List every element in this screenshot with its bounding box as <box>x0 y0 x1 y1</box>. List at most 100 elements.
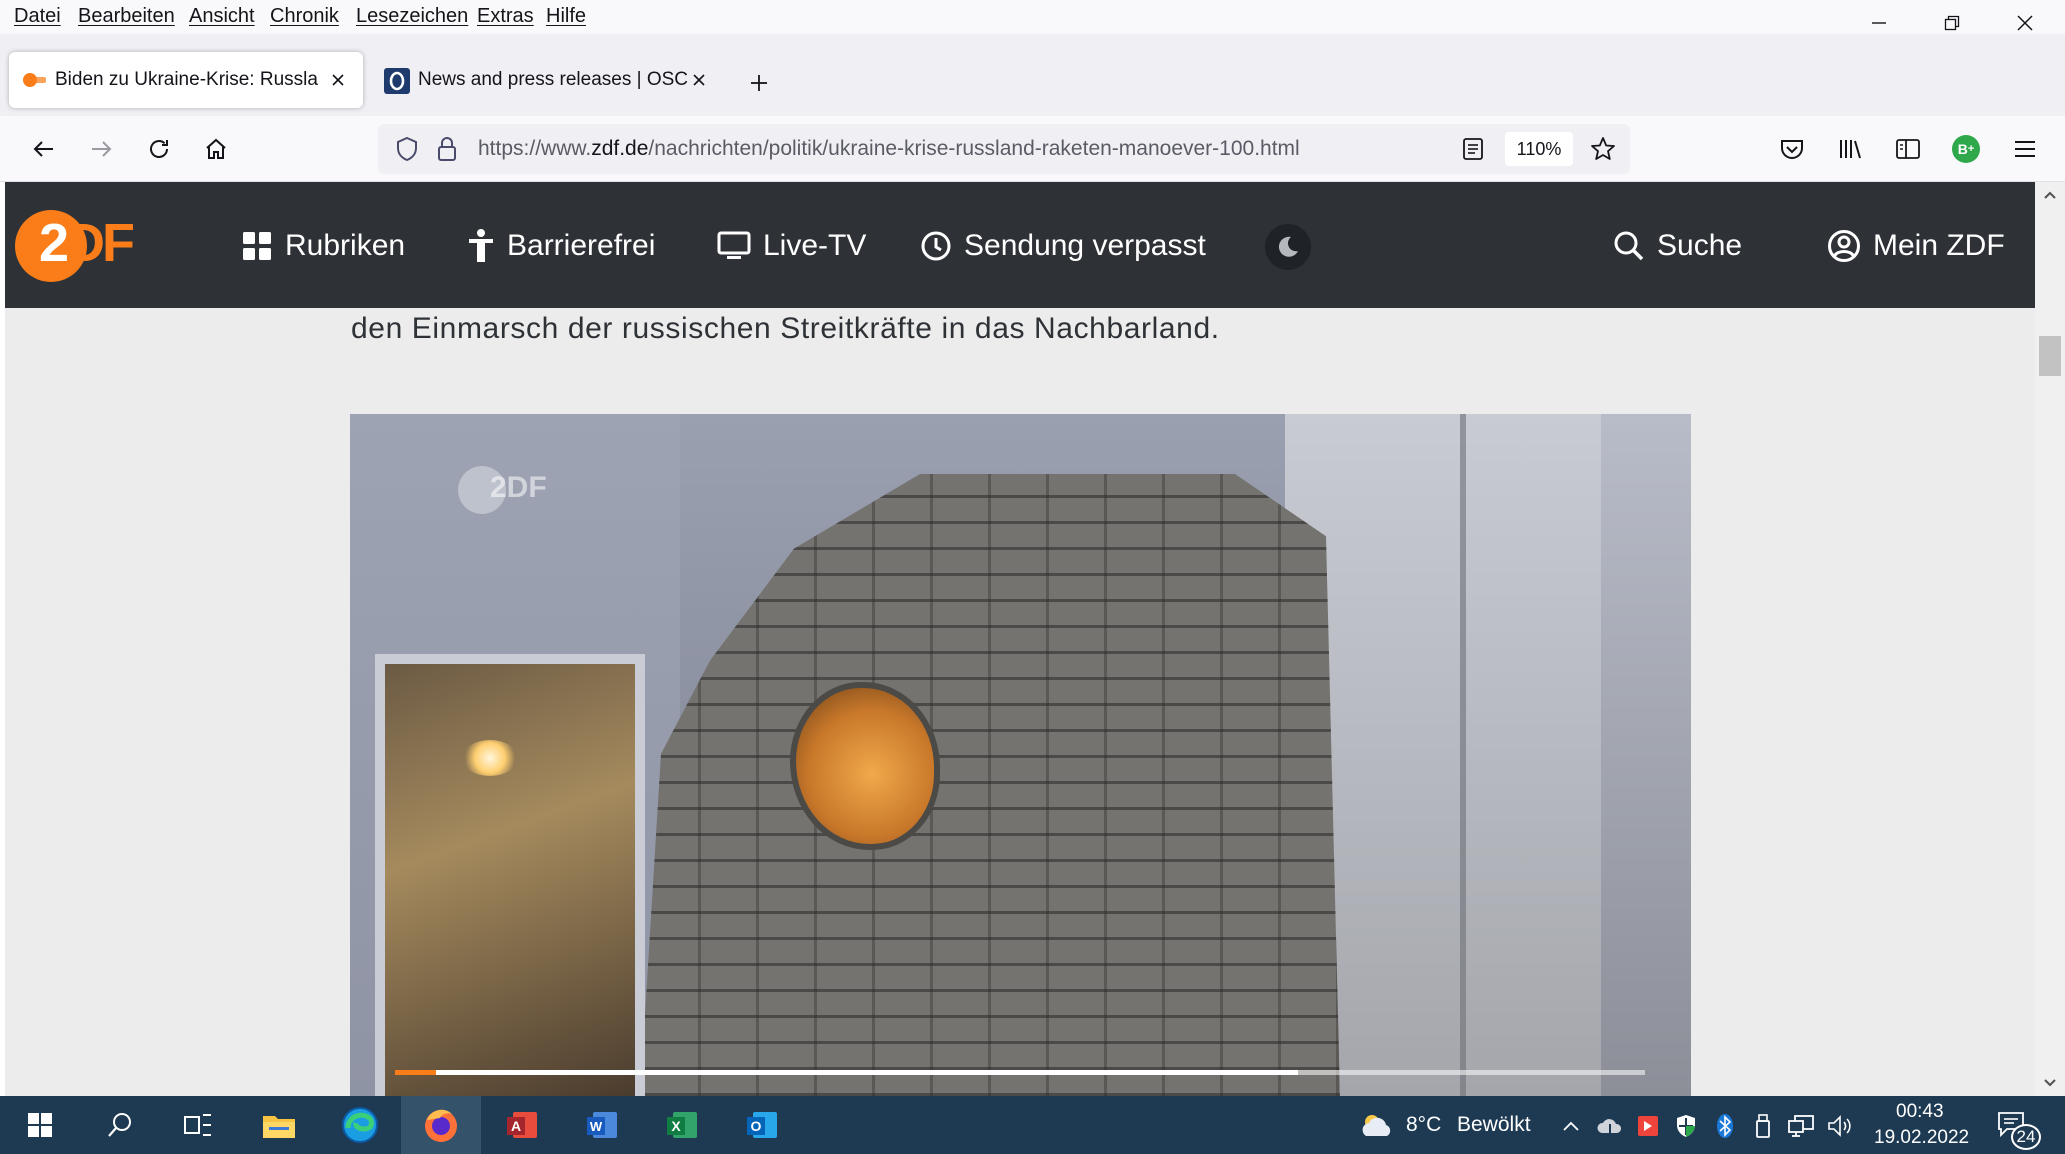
weather-icon[interactable] <box>1357 1112 1397 1140</box>
page-scrollbar[interactable] <box>2035 182 2065 1096</box>
forward-button[interactable] <box>79 127 123 171</box>
monitor-icon <box>717 231 751 259</box>
restore-icon <box>1944 15 1960 31</box>
dark-mode-toggle[interactable] <box>1265 224 1311 270</box>
file-explorer-button[interactable] <box>239 1096 319 1154</box>
menu-extras[interactable]: Extras <box>477 5 534 28</box>
onedrive-icon[interactable] <box>1596 1112 1624 1140</box>
url-bar[interactable]: https://www.zdf.de/nachrichten/politik/u… <box>378 124 1630 174</box>
zdf-logo-text-mark: 2 <box>39 213 69 273</box>
menu-hilfe[interactable]: Hilfe <box>546 5 586 28</box>
moon-icon <box>1278 236 1298 257</box>
video-frame-sky <box>1601 414 1691 1096</box>
home-icon <box>206 138 226 159</box>
nav-rubriken[interactable]: Rubriken <box>241 224 405 268</box>
library-button[interactable] <box>1828 127 1872 171</box>
access-app-icon: A <box>507 1112 537 1138</box>
folder-icon <box>263 1116 295 1138</box>
nav-barrierefrei[interactable]: Barrierefrei <box>467 224 655 268</box>
tab-close-button[interactable] <box>327 69 349 91</box>
chevron-down-icon <box>2044 1079 2056 1087</box>
edge-button[interactable] <box>320 1096 400 1154</box>
access-button[interactable]: A <box>482 1096 562 1154</box>
menu-ansicht[interactable]: Ansicht <box>189 5 255 28</box>
taskbar-search-button[interactable] <box>80 1096 160 1154</box>
video-watermark: 2DF <box>490 471 547 504</box>
close-icon <box>2017 15 2033 31</box>
home-button[interactable] <box>194 127 238 171</box>
bookmark-star-icon[interactable] <box>1590 136 1616 167</box>
outlook-app-icon: O <box>747 1112 777 1138</box>
sidebar-button[interactable] <box>1886 127 1930 171</box>
menu-lesezeichen[interactable]: Lesezeichen <box>356 5 468 28</box>
search-icon <box>108 1113 131 1137</box>
video-player[interactable]: 2DF <box>350 414 1691 1096</box>
tab-strip: Biden zu Ukraine-Krise: Russland News an… <box>0 34 2065 116</box>
hamburger-menu-icon <box>2015 141 2035 157</box>
url-host: zdf.de <box>591 137 649 160</box>
video-progress-fill <box>395 1070 437 1075</box>
pocket-button[interactable] <box>1770 127 1814 171</box>
reader-view-icon[interactable] <box>1462 137 1484 166</box>
reload-button[interactable] <box>137 127 181 171</box>
lock-icon[interactable] <box>436 136 458 167</box>
url-path: /nachrichten/politik/ukraine-krise-russl… <box>648 137 1300 160</box>
search-button[interactable]: Suche <box>1613 224 1742 268</box>
start-button[interactable] <box>0 1096 80 1154</box>
security-shield-icon[interactable] <box>1672 1112 1700 1140</box>
show-hidden-icons-button[interactable] <box>1557 1112 1585 1140</box>
windows-taskbar: A W X O 8°C Bewölkt 00:43 19.02.2022 24 <box>0 1096 2065 1154</box>
nav-live-tv[interactable]: Live-TV <box>717 224 866 268</box>
menu-bar: Datei Bearbeiten Ansicht Chronik Lesezei… <box>0 0 2065 34</box>
weather-desc[interactable]: Bewölkt <box>1457 1113 1531 1137</box>
minimize-icon <box>1872 22 1886 24</box>
nav-sendung-verpasst[interactable]: Sendung verpasst <box>920 224 1206 268</box>
url-text[interactable]: https://www.zdf.de/nachrichten/politik/u… <box>478 137 1300 161</box>
mein-zdf-button[interactable]: Mein ZDF <box>1827 224 2005 268</box>
video-frame-pipe <box>1460 414 1466 1096</box>
word-button[interactable]: W <box>562 1096 642 1154</box>
mein-zdf-label: Mein ZDF <box>1873 229 2005 262</box>
firefox-button[interactable] <box>401 1096 481 1154</box>
profile-button[interactable]: B + <box>1944 127 1988 171</box>
word-app-icon: W <box>587 1112 617 1138</box>
library-icon <box>1840 140 1861 159</box>
scrollbar-thumb[interactable] <box>2039 336 2061 376</box>
bluetooth-icon[interactable] <box>1711 1112 1739 1140</box>
menu-bearbeiten[interactable]: Bearbeiten <box>78 5 175 28</box>
scroll-up-button[interactable] <box>2035 182 2065 208</box>
svg-text:X: X <box>671 1118 681 1134</box>
search-icon <box>1614 231 1644 261</box>
close-icon <box>693 74 705 86</box>
zdf-logo[interactable]: 2DF <box>5 182 155 308</box>
back-button[interactable] <box>22 127 66 171</box>
notification-count-badge: 24 <box>2011 1124 2041 1150</box>
scroll-down-button[interactable] <box>2035 1070 2065 1096</box>
app-menu-button[interactable] <box>2003 127 2047 171</box>
new-tab-button[interactable] <box>742 66 776 100</box>
menu-chronik[interactable]: Chronik <box>270 5 339 28</box>
zoom-level-badge[interactable]: 110% <box>1505 132 1573 166</box>
task-view-button[interactable] <box>158 1096 238 1154</box>
video-progress-bar[interactable] <box>395 1070 1645 1075</box>
tab-zdf[interactable]: Biden zu Ukraine-Krise: Russland <box>9 52 363 108</box>
shield-icon[interactable] <box>394 136 420 167</box>
pocket-icon <box>1781 140 1803 159</box>
usb-eject-icon[interactable] <box>1749 1112 1777 1140</box>
plus-icon <box>751 75 767 91</box>
zdf-header: 2DF Rubriken Barrierefrei Live-TV Sendun… <box>5 182 2035 308</box>
clock[interactable]: 00:43 19.02.2022 <box>1866 1096 1986 1154</box>
weather-temp[interactable]: 8°C <box>1406 1113 1441 1137</box>
tab-osce[interactable]: News and press releases | OSCE <box>372 52 726 108</box>
tab-close-button[interactable] <box>688 69 710 91</box>
video-frame-lamp <box>462 740 518 776</box>
excel-button[interactable]: X <box>642 1096 722 1154</box>
anydesk-tray-icon[interactable] <box>1634 1112 1662 1140</box>
video-frame-window <box>375 654 645 1096</box>
network-icon[interactable] <box>1787 1112 1815 1140</box>
volume-icon[interactable] <box>1826 1112 1854 1140</box>
outlook-button[interactable]: O <box>722 1096 802 1154</box>
profile-badge-text: B <box>1957 141 1968 157</box>
notification-center-button[interactable]: 24 <box>1993 1096 2053 1154</box>
menu-datei[interactable]: Datei <box>14 5 61 28</box>
